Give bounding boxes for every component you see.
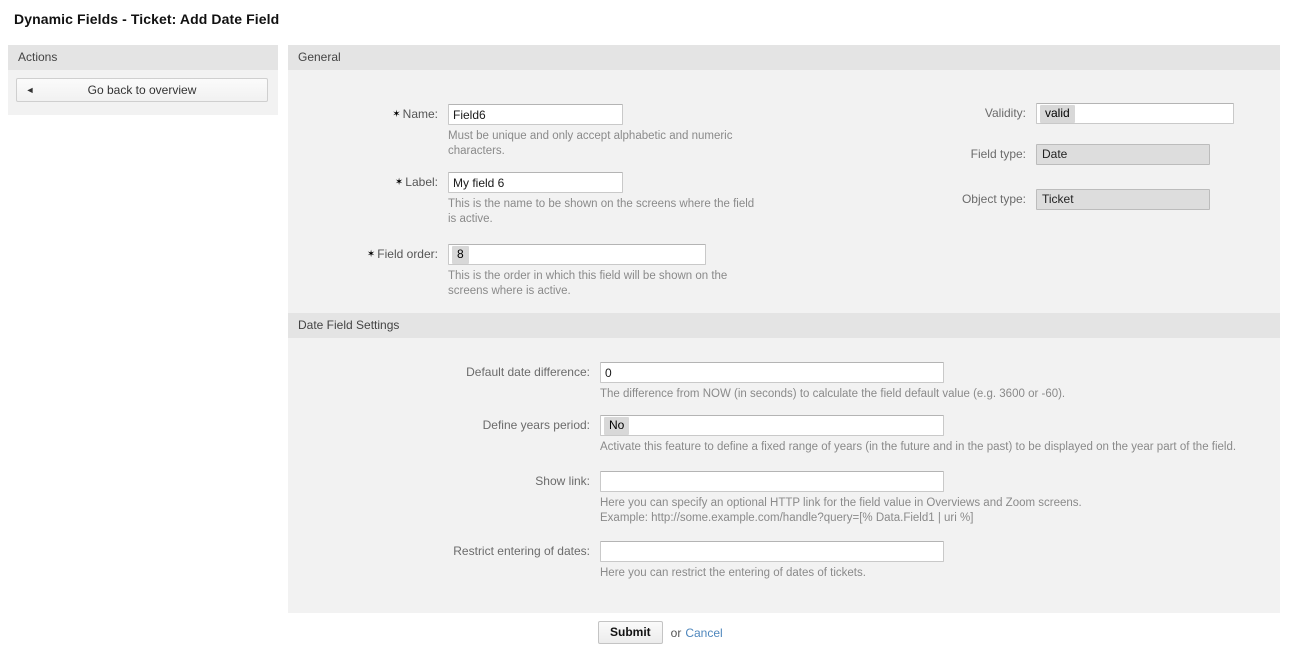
field-row-label: ✶Label: This is the name to be shown on …	[288, 172, 788, 227]
field-row-field-order: ✶ Field order: 8 This is the order in whi…	[288, 244, 768, 299]
name-label: ✶ Name:	[288, 104, 448, 125]
validity-label: Validity:	[984, 106, 1026, 120]
default-date-difference-label: Default date difference:	[466, 365, 590, 379]
back-arrow-icon: ◄	[25, 84, 35, 95]
default-date-difference-help-text: The difference from NOW (in seconds) to …	[600, 388, 1066, 400]
required-asterisk-icon: ✶	[392, 109, 401, 120]
label-help-text: This is the name to be shown on the scre…	[448, 198, 755, 225]
field-order-select[interactable]: 8	[448, 244, 706, 265]
actions-panel-body: ◄ Go back to overview	[8, 70, 278, 115]
field-row-default-date-difference: Default date difference: The difference …	[288, 362, 1296, 402]
field-type-label: Field type:	[970, 147, 1026, 161]
required-asterisk-icon: ✶	[394, 177, 404, 188]
validity-select[interactable]: valid	[1036, 103, 1234, 124]
show-link-help-text: Here you can specify an optional HTTP li…	[600, 497, 1082, 524]
actions-panel-header: Actions	[8, 45, 278, 70]
name-input[interactable]	[448, 104, 623, 125]
field-order-label: ✶ Field order:	[288, 244, 448, 265]
field-row-field-type: Field type: Date	[888, 144, 1210, 165]
restrict-entering-of-dates-input[interactable]	[600, 541, 944, 562]
field-row-name: ✶Name: Must be unique and only accept al…	[288, 104, 778, 159]
define-years-period-help-text: Activate this feature to define a fixed …	[600, 441, 1237, 453]
name-label-text: Name:	[402, 107, 438, 121]
page-title: Dynamic Fields - Ticket: Add Date Field	[14, 11, 280, 27]
go-back-to-overview-button[interactable]: ◄ Go back to overview	[16, 78, 268, 102]
show-link-control: Here you can specify an optional HTTP li…	[600, 471, 1296, 526]
define-years-period-select[interactable]: No	[600, 415, 944, 436]
field-order-label-text: Field order:	[377, 247, 438, 261]
object-type-label: Object type:	[961, 192, 1026, 206]
field-type-control: Date	[1036, 144, 1210, 165]
general-panel-header: General	[288, 45, 1280, 70]
field-row-define-years-period: Define years period: No Activate this fe…	[288, 415, 1296, 455]
label-input[interactable]	[448, 172, 623, 193]
label-control: This is the name to be shown on the scre…	[448, 172, 788, 227]
field-row-restrict-entering-of-dates: Restrict entering of dates: Here you can…	[288, 541, 1296, 581]
date-field-settings-panel: Date Field Settings Default date differe…	[288, 313, 1280, 613]
restrict-entering-of-dates-control: Here you can restrict the entering of da…	[600, 541, 1296, 581]
object-type-control: Ticket	[1036, 189, 1210, 210]
actions-panel: Actions ◄ Go back to overview	[8, 45, 278, 115]
restrict-entering-of-dates-label: Restrict entering of dates:	[453, 544, 590, 558]
object-type-value: Ticket	[1036, 189, 1210, 210]
required-asterisk-icon: ✶	[366, 249, 376, 260]
field-order-help-text: This is the order in which this field wi…	[448, 270, 728, 297]
field-row-show-link: Show link: Here you can specify an optio…	[288, 471, 1296, 526]
field-row-validity: Validity: valid	[888, 103, 1234, 124]
general-panel: General ✶Name: Must be unique and only a…	[288, 45, 1280, 322]
date-field-settings-body: Default date difference: The difference …	[288, 338, 1280, 613]
field-row-object-type: Object type: Ticket	[888, 189, 1210, 210]
go-back-to-overview-label: Go back to overview	[87, 83, 197, 97]
define-years-period-control: No Activate this feature to define a fix…	[600, 415, 1296, 455]
default-date-difference-control: The difference from NOW (in seconds) to …	[600, 362, 1296, 402]
submit-button[interactable]: Submit	[598, 621, 663, 644]
define-years-period-selected-value: No	[604, 416, 630, 435]
name-control: Must be unique and only accept alphabeti…	[448, 104, 778, 159]
validity-control: valid	[1036, 103, 1234, 124]
restrict-entering-of-dates-help-text: Here you can restrict the entering of da…	[600, 567, 866, 579]
default-date-difference-input[interactable]	[600, 362, 944, 383]
general-panel-body: ✶Name: Must be unique and only accept al…	[288, 70, 1280, 322]
validity-selected-value: valid	[1040, 104, 1075, 123]
cancel-link[interactable]: Cancel	[685, 626, 722, 640]
date-field-settings-header: Date Field Settings	[288, 313, 1280, 338]
define-years-period-label: Define years period:	[482, 418, 590, 432]
label-label-text: Label:	[405, 175, 438, 189]
field-order-control: 8 This is the order in which this field …	[448, 244, 768, 299]
form-footer-actions: Submit or Cancel	[598, 621, 723, 644]
show-link-input[interactable]	[600, 471, 944, 492]
name-help-text: Must be unique and only accept alphabeti…	[448, 130, 733, 157]
show-link-label: Show link:	[535, 474, 590, 488]
or-text: or	[670, 625, 682, 640]
field-order-selected-value: 8	[452, 245, 469, 264]
field-type-value: Date	[1036, 144, 1210, 165]
label-label: ✶ Label:	[288, 172, 448, 193]
